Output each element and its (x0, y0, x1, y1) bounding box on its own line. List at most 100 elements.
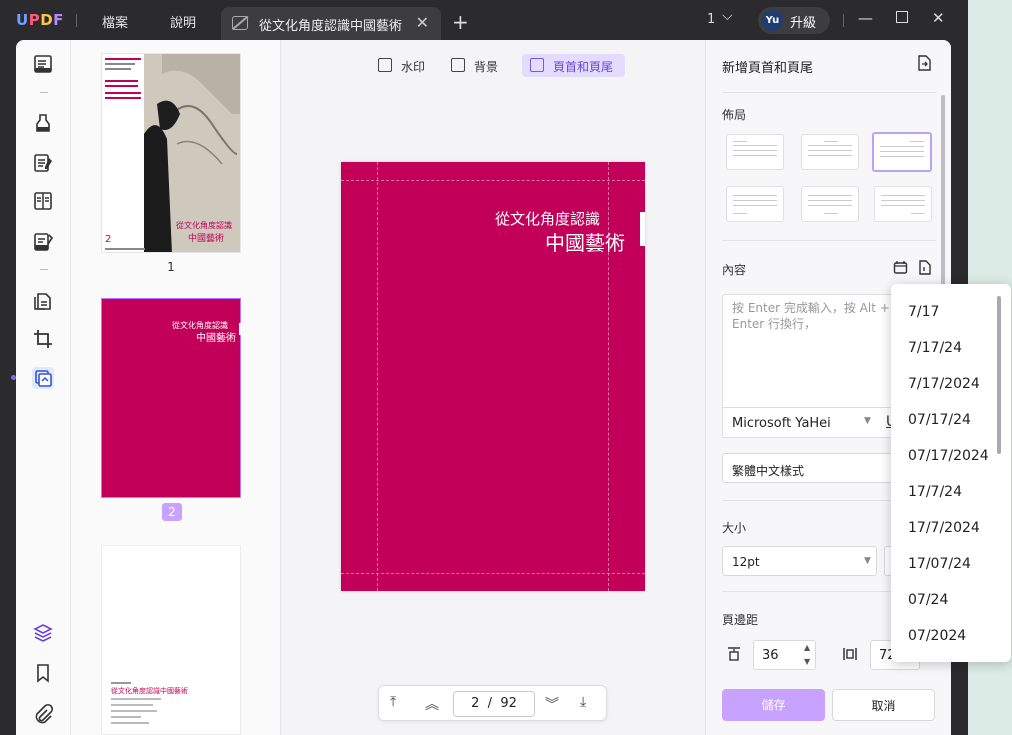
header-footer-label: 頁首和頁尾 (553, 60, 614, 74)
thumbnail-page-2[interactable]: 從文化角度認識 中國藝術 (101, 298, 242, 498)
sidebar-indicator (11, 375, 16, 380)
prev-page-icon[interactable]: ︽ (425, 694, 439, 714)
date-format-option[interactable]: 17/7/24 (908, 484, 962, 500)
thumbnail-title-line: 中國藝術 (196, 333, 236, 344)
date-format-option[interactable]: 07/17/24 (908, 412, 971, 428)
bookmark-icon[interactable] (32, 662, 54, 684)
layout-option-footer-left[interactable] (726, 186, 784, 222)
thumbnail-panel: 2 從文化角度認識 中國藝術 1 從文化角度認識 中國藝術 2 從文化角度認識中… (71, 40, 281, 735)
crop-icon[interactable] (32, 328, 54, 350)
template-icon[interactable] (917, 55, 931, 71)
header-footer-tab[interactable]: 頁首和頁尾 (522, 54, 625, 77)
save-button[interactable]: 儲存 (722, 689, 825, 721)
font-select-value: Microsoft YaHei (732, 416, 831, 431)
upgrade-button[interactable]: Yu 升級 (758, 7, 830, 34)
thumbnail-title-line: 中國藝術 (188, 234, 225, 244)
watermark-tab[interactable]: 水印 (370, 54, 427, 77)
calendar-icon[interactable] (893, 260, 908, 275)
date-format-option[interactable]: 07/2024 (908, 628, 966, 644)
new-tab-icon[interactable]: + (452, 10, 469, 34)
tool-rail (16, 40, 71, 735)
dropdown-scrollbar[interactable] (997, 296, 1001, 454)
page-tools-icon[interactable] (32, 367, 54, 389)
document-edit-icon (232, 16, 248, 30)
page-title-line1: 從文化角度認識 (495, 210, 601, 228)
form-icon[interactable] (32, 231, 54, 253)
font-size-select[interactable]: 12pt ▼ (722, 546, 877, 576)
font-size-value: 12pt (732, 555, 760, 569)
thumbnail-page-1[interactable]: 2 從文化角度認識 中國藝術 (101, 53, 241, 253)
close-tab-icon[interactable]: ✕ (416, 13, 429, 32)
date-format-option[interactable]: 17/07/24 (908, 556, 971, 572)
font-select[interactable]: Microsoft YaHei ▼ U (722, 408, 906, 438)
layout-option-footer-right[interactable] (874, 186, 932, 222)
side-margin-icon (843, 648, 857, 660)
last-page-icon[interactable]: ⤓ (580, 694, 586, 710)
convert-icon[interactable] (32, 290, 54, 312)
left-margin-guide (377, 162, 378, 591)
divider (40, 269, 48, 270)
updf-logo: UPDF (16, 11, 64, 29)
title-bar: UPDF 檔案 說明 從文化角度認識中國藝術 ✕ + 1 ⌵ Yu 升級 — ✕ (0, 0, 968, 40)
footer-margin-guide (341, 573, 645, 574)
edit-text-icon[interactable] (32, 152, 54, 174)
number-style-select[interactable]: 繁體中文樣式 (722, 453, 908, 483)
divider (40, 92, 48, 93)
next-page-icon[interactable]: ︾ (545, 694, 559, 714)
background-tab[interactable]: 背景 (443, 54, 505, 77)
page-number-icon[interactable] (918, 260, 931, 275)
date-format-option[interactable]: 7/17/2024 (908, 376, 980, 392)
page-navigator: ⤒ ︽ 2 / 92 ︾ ⤓ (378, 685, 607, 721)
document-preview: 水印 背景 頁首和頁尾 從文化角度認識 中國藝術 ⤒ ︽ 2 / 92 ︾ ⤓ (281, 40, 705, 735)
divider (76, 14, 77, 27)
page-number-input[interactable]: 2 / 92 (453, 691, 535, 717)
layout-option-header-right[interactable] (872, 132, 932, 172)
avatar: Yu (762, 10, 783, 31)
panel-scrollbar[interactable] (941, 95, 945, 285)
cancel-button[interactable]: 取消 (832, 689, 935, 721)
decrement-icon[interactable]: ▼ (804, 657, 810, 666)
date-format-option[interactable]: 07/24 (908, 592, 948, 608)
menu-file[interactable]: 檔案 (102, 12, 128, 31)
date-format-option[interactable]: 07/17/2024 (908, 448, 989, 464)
margin-label: 頁邊距 (722, 613, 759, 627)
background-label: 背景 (474, 60, 499, 74)
margin-marker (239, 323, 242, 335)
minimize-icon[interactable]: — (858, 9, 873, 27)
page-preview: 從文化角度認識 中國藝術 (341, 162, 645, 591)
document-tab[interactable]: 從文化角度認識中國藝術 ✕ (221, 7, 441, 40)
layout-option-header-center[interactable] (801, 134, 859, 170)
layout-option-footer-center[interactable] (801, 186, 859, 222)
thumbnail-label: 1 (167, 260, 175, 274)
background-icon (451, 58, 465, 72)
thumbnail-title-line: 從文化角度認識中國藝術 (111, 687, 188, 695)
chevron-down-icon[interactable]: ⌵ (722, 8, 733, 24)
page-indicator[interactable]: 1 (707, 12, 715, 27)
date-format-option[interactable]: 17/7/2024 (908, 520, 980, 536)
content-input[interactable]: 按 Enter 完成輸入，按 Alt + Enter 行換行， (722, 294, 906, 408)
document-tab-title: 從文化角度認識中國藝術 (259, 19, 403, 34)
reader-icon[interactable] (32, 53, 54, 75)
close-window-icon[interactable]: ✕ (932, 9, 945, 27)
top-margin-icon (728, 647, 740, 661)
first-page-icon[interactable]: ⤒ (390, 694, 396, 710)
date-format-dropdown: 7/17 7/17/24 7/17/2024 07/17/24 07/17/20… (891, 284, 1011, 662)
thumbnail-page-3[interactable]: 從文化角度認識中國藝術 (101, 545, 241, 735)
organize-icon[interactable] (32, 190, 54, 212)
margin-marker (640, 212, 645, 246)
thumbnail-label-selected: 2 (162, 503, 182, 521)
layers-icon[interactable] (32, 622, 54, 644)
thumbnail-title-line: 從文化角度認識 (176, 221, 232, 230)
header-footer-icon (530, 58, 544, 72)
highlighter-icon[interactable] (32, 112, 54, 134)
menu-help[interactable]: 說明 (170, 12, 196, 31)
increment-icon[interactable]: ▲ (804, 643, 810, 652)
maximize-icon[interactable] (896, 11, 908, 23)
top-margin-stepper[interactable]: 36 ▲ ▼ (753, 640, 816, 670)
date-format-option[interactable]: 7/17 (908, 304, 939, 320)
panel-title: 新增頁首和頁尾 (722, 61, 814, 76)
layout-option-header-left[interactable] (726, 134, 784, 170)
date-format-option[interactable]: 7/17/24 (908, 340, 962, 356)
chevron-down-icon: ▼ (864, 556, 871, 566)
attachment-icon[interactable] (32, 703, 54, 725)
